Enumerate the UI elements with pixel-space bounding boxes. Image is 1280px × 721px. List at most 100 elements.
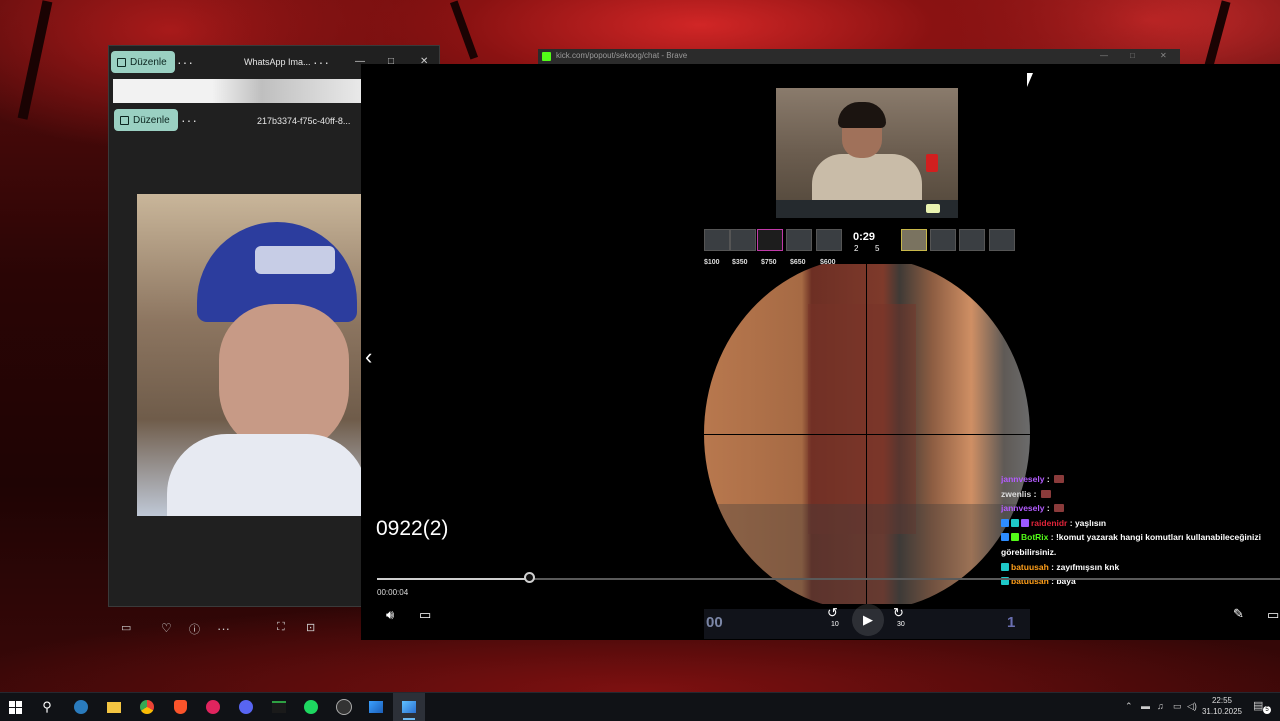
edit-button-label: Düzenle (133, 114, 170, 126)
edit-button-secondary[interactable]: Düzenle (114, 109, 178, 131)
sniper-scope-view (704, 264, 1030, 604)
clock-date: 31.10.2025 (1201, 707, 1243, 716)
chat-separator: : (1044, 474, 1053, 484)
chat-badge-icon (1011, 518, 1019, 527)
streamer-webcam (776, 88, 958, 218)
chat-username[interactable]: zwenlis (1001, 489, 1031, 499)
tray-overflow-icon[interactable]: ⌃ (1125, 701, 1133, 712)
edit-button[interactable]: Düzenle (111, 51, 175, 73)
file-name: 217b3374-f75c-40ff-8... (257, 116, 351, 126)
more-options-button[interactable]: ··· (177, 54, 194, 70)
discord-icon[interactable] (237, 698, 255, 716)
mouse-cursor-icon (1027, 73, 1033, 87)
chat-separator: : (1044, 503, 1053, 514)
chat-separator: : (1067, 517, 1075, 528)
skip-back-icon[interactable]: ↺ (827, 605, 838, 621)
skip-back-label: 10 (831, 621, 839, 628)
volume-tray-icon[interactable]: ◁) (1187, 701, 1197, 712)
team-score-right: 5 (875, 244, 887, 253)
stream-chat-overlay: jannvesely : zwenlis : jannvesely : raid… (1001, 472, 1273, 589)
chat-text: yaşlısın (1074, 517, 1107, 528)
network-icon[interactable]: ▭ (1173, 701, 1182, 712)
steam-icon[interactable] (72, 698, 90, 716)
more-options-button-secondary[interactable]: ··· (181, 112, 198, 128)
notification-icon[interactable]: ▤ (1253, 699, 1263, 712)
brave-minimize-button[interactable]: — (1100, 51, 1108, 60)
counter-strike-icon[interactable] (335, 698, 353, 716)
more-icon[interactable]: ··· (217, 621, 230, 636)
brave-close-button[interactable]: ✕ (1160, 51, 1167, 60)
windows-start-icon[interactable] (6, 698, 24, 716)
child-photo (137, 194, 361, 516)
player-money: $100 (704, 259, 720, 266)
chat-username[interactable]: jannvesely (1001, 503, 1044, 513)
video-player-window[interactable]: 0:29 2 5 $100 $350 $750 $650 $600 00 1 j… (361, 64, 1280, 640)
edit-pencil-icon[interactable]: ✎ (1233, 606, 1244, 622)
skip-forward-label: 30 (897, 621, 905, 628)
chat-username[interactable]: jannvesely (1001, 474, 1044, 484)
brave-icon[interactable] (171, 698, 189, 716)
tray-app-icon[interactable]: ▬ (1141, 701, 1150, 711)
volume-icon[interactable]: 🔊︎ (386, 607, 394, 623)
favorite-icon[interactable]: ♡ (161, 621, 172, 635)
search-icon[interactable]: ⚲ (38, 698, 56, 716)
crop-icon[interactable]: ⊡ (306, 621, 315, 634)
info-icon[interactable]: ⓘ (189, 621, 200, 637)
file-explorer-icon[interactable] (105, 698, 123, 716)
chat-badge-icon (1001, 518, 1009, 527)
chat-message: jannvesely : (1001, 501, 1273, 516)
chat-username[interactable]: BotRix (1021, 532, 1048, 542)
player-money: $750 (761, 259, 777, 266)
edit-icon (117, 57, 126, 67)
terminal-icon[interactable] (270, 698, 288, 716)
photos-icon[interactable] (367, 698, 385, 716)
chat-username[interactable]: batuusah (1011, 562, 1049, 572)
player-money: $650 (790, 259, 806, 266)
chat-message: zwenlis : (1001, 487, 1273, 502)
spotify-icon[interactable] (302, 698, 320, 716)
chat-separator: : (1031, 488, 1039, 499)
play-button[interactable]: ▶ (852, 604, 884, 636)
video-progress-thumb[interactable] (523, 572, 535, 583)
chrome-icon[interactable] (138, 698, 156, 716)
clock[interactable]: 22:55 31.10.2025 (1199, 695, 1245, 717)
chat-badge-icon (1001, 562, 1009, 571)
notification-badge: 5 (1263, 706, 1271, 714)
headset-icon[interactable]: ♫ (1157, 701, 1164, 711)
captions-icon[interactable]: ▭ (419, 607, 431, 623)
chat-message: BotRix : !komut yazarak hangi komutları … (1001, 530, 1273, 559)
brave-window-title: kick.com/popout/sekoog/chat - Brave (556, 51, 688, 60)
chat-emote-icon (1054, 475, 1065, 483)
fullscreen-icon[interactable]: ▭ (1267, 607, 1279, 623)
chat-message: batuusah : baya (1001, 574, 1273, 589)
elapsed-time: 00:00:04 (377, 588, 409, 597)
chat-badge-icon (1011, 533, 1019, 542)
skip-forward-icon[interactable]: ↻ (893, 605, 904, 621)
chat-message: raidenidr : yaşlısın (1001, 516, 1273, 531)
filmstrip-icon[interactable]: ▭ (121, 621, 131, 634)
brave-window-titlebar[interactable]: kick.com/popout/sekoog/chat - Brave — □ … (538, 49, 1180, 64)
title-more-button[interactable]: ··· (313, 54, 330, 70)
media-player-icon[interactable] (204, 698, 222, 716)
edit-icon (120, 115, 129, 125)
video-progress-bar[interactable] (377, 572, 1280, 583)
photos-app-active-icon[interactable] (400, 698, 418, 716)
brave-maximize-button[interactable]: □ (1130, 51, 1135, 60)
chat-badge-icon (1021, 518, 1029, 527)
game-hud: 0:29 2 5 $100 $350 $750 $650 $600 (704, 229, 1030, 269)
video-title: 0922(2) (376, 517, 449, 540)
photo-preview-strip (113, 79, 361, 103)
chat-text: zayıfmışsın knk (1056, 561, 1120, 572)
taskbar: ⚲ ⌃ ▬ ♫ ▭ ◁) 22:55 31.10.2025 ▤ 5 (0, 692, 1280, 721)
chat-badge-icon (1001, 533, 1009, 542)
round-timer: 0:29 (853, 231, 876, 243)
chat-emote-icon (1040, 489, 1051, 498)
previous-arrow-icon[interactable]: ‹ (365, 344, 372, 370)
scoreboard-left: 00 (706, 614, 723, 631)
player-money: $350 (732, 259, 748, 266)
fit-icon[interactable]: ⛶ (277, 621, 285, 634)
chat-emote-icon (1054, 504, 1065, 513)
chat-username[interactable]: raidenidr (1031, 518, 1067, 528)
team-score-left: 2 (854, 244, 866, 253)
clock-time: 22:55 (1211, 696, 1233, 705)
